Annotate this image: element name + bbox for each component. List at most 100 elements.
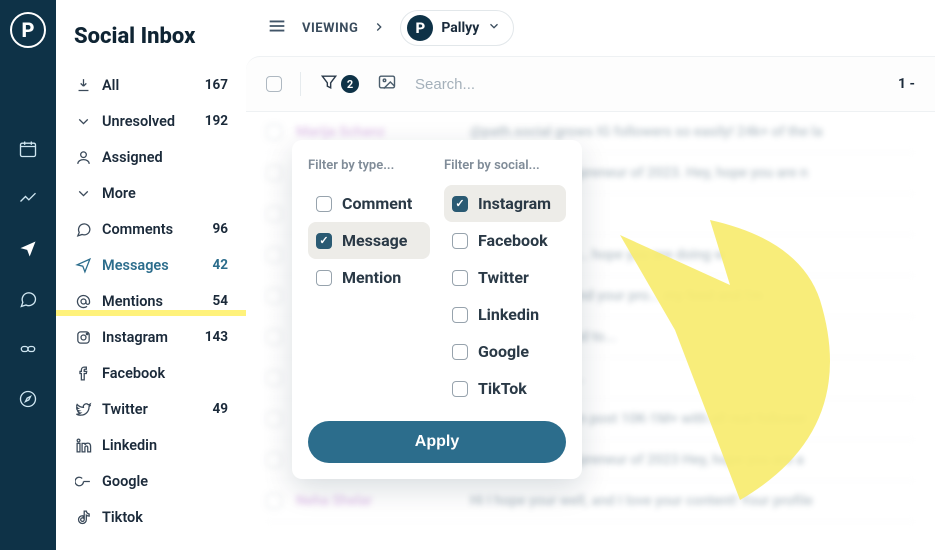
filter-social-option[interactable]: Facebook: [444, 222, 566, 259]
filter-count-badge: 2: [341, 75, 359, 93]
sidebar-item-label: Unresolved: [102, 113, 175, 130]
filter-type-heading: Filter by type...: [308, 158, 430, 173]
pager-text: 1 -: [898, 76, 915, 92]
checkbox-icon: [316, 196, 332, 212]
sidebar-item-label: Linkedin: [102, 437, 157, 454]
filter-type-option[interactable]: Mention: [308, 259, 430, 296]
message-row[interactable]: Neha Shelar Hi I hope your well, and I l…: [266, 481, 915, 522]
divider: [300, 72, 301, 96]
tiktok-icon: [74, 508, 92, 526]
filter-social-option[interactable]: Twitter: [444, 259, 566, 296]
google-icon: [74, 472, 92, 490]
sidebar-item-count: 167: [205, 77, 228, 93]
apply-button[interactable]: Apply: [308, 421, 566, 463]
org-name: Pallyy: [441, 20, 479, 36]
filter-social-column: Filter by social... Instagram Facebook T…: [444, 158, 566, 407]
sidebar: Social Inbox All 167 Unresolved 192 Assi…: [56, 0, 246, 550]
linkedin-icon: [74, 436, 92, 454]
toolbar: 2 1 -: [246, 56, 935, 112]
sidebar-item-linkedin[interactable]: Linkedin: [56, 427, 246, 463]
sidebar-item-google[interactable]: Google: [56, 463, 246, 499]
chevron-down-icon: [74, 184, 92, 202]
checkbox-icon: [452, 270, 468, 286]
instagram-icon: [74, 328, 92, 346]
filter-popup: Filter by type... Comment Message Mentio…: [292, 140, 582, 479]
filter-button[interactable]: 2: [319, 72, 359, 96]
sidebar-item-all[interactable]: All 167: [56, 67, 246, 103]
row-checkbox[interactable]: [266, 411, 282, 427]
sidebar-item-label: Assigned: [102, 149, 163, 166]
sidebar-item-label: Instagram: [102, 329, 168, 346]
row-checkbox[interactable]: [266, 493, 282, 509]
user-icon: [74, 148, 92, 166]
hamburger-icon[interactable]: [266, 15, 288, 41]
sidebar-item-comments[interactable]: Comments 96: [56, 211, 246, 247]
message-snippet: @path.social grows IG followers so easil…: [470, 124, 823, 140]
row-checkbox[interactable]: [266, 452, 282, 468]
search-input[interactable]: [415, 76, 595, 93]
sidebar-item-count: 42: [213, 257, 229, 273]
filter-social-option[interactable]: Google: [444, 333, 566, 370]
select-all-checkbox[interactable]: [266, 76, 282, 92]
chat-icon[interactable]: [17, 288, 39, 310]
funnel-icon: [319, 72, 339, 96]
calendar-icon[interactable]: [17, 138, 39, 160]
checkbox-icon: [452, 307, 468, 323]
sidebar-item-instagram[interactable]: Instagram 143: [56, 319, 246, 355]
checkbox-icon: [452, 344, 468, 360]
highlight-marker: [56, 310, 246, 316]
sidebar-item-count: 192: [205, 113, 228, 129]
checkbox-icon: [452, 381, 468, 397]
sidebar-item-tiktok[interactable]: Tiktok: [56, 499, 246, 535]
filter-type-option[interactable]: Message: [308, 222, 430, 259]
speech-icon: [74, 220, 92, 238]
inbox-send-icon[interactable]: [17, 238, 39, 260]
app-logo[interactable]: P: [10, 12, 46, 48]
row-checkbox[interactable]: [266, 247, 282, 263]
row-checkbox[interactable]: [266, 370, 282, 386]
filter-social-option[interactable]: Linkedin: [444, 296, 566, 333]
twitter-icon: [74, 400, 92, 418]
filter-social-option[interactable]: Instagram: [444, 185, 566, 222]
sidebar-item-count: 49: [213, 401, 229, 417]
row-checkbox[interactable]: [266, 206, 282, 222]
sidebar-item-label: Twitter: [102, 401, 148, 418]
analytics-icon[interactable]: [17, 188, 39, 210]
image-icon[interactable]: [377, 72, 397, 96]
org-logo-icon: P: [407, 15, 433, 41]
sidebar-item-label: More: [102, 185, 136, 202]
sidebar-item-label: All: [102, 77, 119, 94]
sidebar-item-more[interactable]: More: [56, 175, 246, 211]
row-checkbox[interactable]: [266, 165, 282, 181]
filter-type-column: Filter by type... Comment Message Mentio…: [308, 158, 430, 407]
row-checkbox[interactable]: [266, 288, 282, 304]
row-checkbox[interactable]: [266, 124, 282, 140]
chevron-right-icon: [372, 19, 386, 38]
checkbox-icon: [452, 196, 468, 212]
sidebar-item-assigned[interactable]: Assigned: [56, 139, 246, 175]
option-label: Comment: [342, 194, 412, 213]
sidebar-item-facebook[interactable]: Facebook: [56, 355, 246, 391]
message-sender: Neha Shelar: [296, 493, 456, 509]
nav-rail: P: [0, 0, 56, 550]
download-icon: [74, 76, 92, 94]
topbar: VIEWING P Pallyy: [246, 0, 935, 56]
sidebar-item-twitter[interactable]: Twitter 49: [56, 391, 246, 427]
check-icon: [74, 112, 92, 130]
chevron-down-icon: [487, 19, 501, 37]
sidebar-item-unresolved[interactable]: Unresolved 192: [56, 103, 246, 139]
sidebar-item-label: Comments: [102, 221, 173, 238]
sidebar-item-label: Messages: [102, 257, 169, 274]
link-icon[interactable]: [17, 338, 39, 360]
row-checkbox[interactable]: [266, 329, 282, 345]
option-label: Twitter: [478, 268, 529, 287]
message-sender: Marija Schanz: [296, 124, 456, 140]
sidebar-item-count: 96: [213, 221, 229, 237]
sidebar-item-messages[interactable]: Messages 42: [56, 247, 246, 283]
filter-social-option[interactable]: TikTok: [444, 370, 566, 407]
viewing-label: VIEWING: [302, 21, 358, 36]
filter-type-option[interactable]: Comment: [308, 185, 430, 222]
compass-icon[interactable]: [17, 388, 39, 410]
option-label: Google: [478, 342, 529, 361]
org-selector[interactable]: P Pallyy: [400, 10, 514, 46]
